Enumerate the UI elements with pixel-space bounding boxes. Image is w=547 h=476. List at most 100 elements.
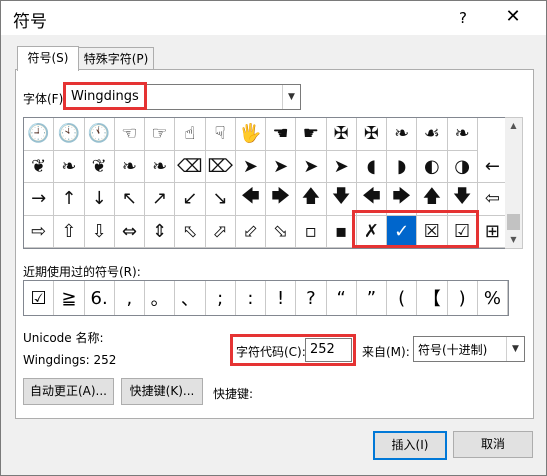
recent-symbol[interactable]: ☑ — [24, 281, 55, 315]
symbol-cell[interactable]: ✓ — [387, 215, 418, 248]
symbol-cell[interactable]: ⇨ — [24, 215, 55, 248]
from-select[interactable]: 符号(十进制) ▼ — [413, 336, 525, 362]
symbol-cell[interactable]: ◖ — [356, 150, 387, 183]
symbol-cell[interactable]: ✠ — [356, 118, 387, 151]
symbol-cell[interactable]: 🡆 — [266, 183, 297, 216]
symbol-cell[interactable]: ☑ — [447, 215, 478, 248]
recent-symbol[interactable]: 。 — [145, 281, 176, 315]
symbol-cell[interactable]: ⇦ — [477, 183, 508, 216]
recent-symbol[interactable]: , — [115, 281, 145, 315]
scroll-down-icon[interactable]: ▼ — [505, 232, 522, 248]
recent-symbols[interactable]: ☑ ≧ 6.,。、;:!? “”(【)% — [23, 280, 509, 316]
symbol-cell[interactable]: ☞ — [145, 118, 176, 151]
cancel-button[interactable]: 取消 — [453, 431, 533, 458]
symbol-cell[interactable]: ⇩ — [84, 215, 115, 248]
symbol-cell[interactable]: ▪ — [326, 215, 357, 248]
symbol-cell[interactable]: ❦ — [84, 150, 115, 183]
symbol-cell[interactable]: ← — [477, 150, 508, 183]
symbol-cell[interactable]: 🡄 — [235, 183, 266, 216]
scroll-up-icon[interactable]: ▲ — [505, 118, 522, 134]
symbol-cell[interactable]: ❦ — [24, 150, 55, 183]
symbol-cell[interactable]: 🖐 — [235, 118, 266, 151]
recent-symbol[interactable]: ≧ — [54, 281, 85, 315]
shortcut-key-button[interactable]: 快捷键(K)... — [121, 378, 203, 405]
symbol-cell[interactable]: ☛ — [296, 118, 327, 151]
symbol-cell[interactable]: 🕙 — [54, 118, 85, 151]
tab-special-characters[interactable]: 特殊字符(P) — [78, 47, 154, 70]
recent-symbol[interactable]: ; — [206, 281, 236, 315]
symbol-cell[interactable]: 🡆 — [387, 183, 418, 216]
symbol-cell[interactable]: ☜ — [114, 118, 145, 151]
scroll-thumb[interactable] — [507, 214, 520, 230]
symbol-cell[interactable]: 🡇 — [326, 183, 357, 216]
recent-symbol[interactable]: ? — [296, 281, 327, 315]
char-code-input[interactable]: 252 — [305, 338, 352, 362]
symbol-cell[interactable]: 🡅 — [296, 183, 327, 216]
symbol-cell[interactable]: ◐ — [417, 150, 448, 183]
symbol-cell[interactable]: ✗ — [356, 215, 387, 248]
symbol-cell[interactable]: ⬁ — [175, 215, 206, 248]
symbol-cell[interactable]: ⇧ — [54, 215, 85, 248]
symbol-cell[interactable]: ↖ — [114, 183, 145, 216]
recent-symbol[interactable]: % — [478, 281, 508, 315]
symbol-cell[interactable]: ↗ — [145, 183, 176, 216]
symbol-cell[interactable]: ▫ — [296, 215, 327, 248]
symbol-cell[interactable]: ➤ — [326, 150, 357, 183]
symbol-cell[interactable]: ⬀ — [205, 215, 236, 248]
symbol-cell[interactable]: ✠ — [326, 118, 357, 151]
recent-symbol[interactable]: ! — [266, 281, 297, 315]
recent-symbol[interactable]: ) — [448, 281, 478, 315]
symbol-cell[interactable]: ☒ — [417, 215, 448, 248]
symbol-cell[interactable]: ⬂ — [266, 215, 297, 248]
symbol-cell[interactable]: 🡄 — [356, 183, 387, 216]
symbol-cell[interactable]: ◑ — [447, 150, 478, 183]
symbol-cell[interactable]: ➤ — [266, 150, 297, 183]
symbol-cell[interactable]: ↑ — [54, 183, 85, 216]
char-code-label: 字符代码(C): — [236, 345, 306, 359]
symbol-cell[interactable]: ❧ — [54, 150, 85, 183]
symbol-cell[interactable]: → — [24, 183, 55, 216]
recent-symbol[interactable]: 【 — [417, 281, 448, 315]
close-button[interactable]: ✕ — [503, 7, 523, 27]
recent-symbol[interactable]: “ — [327, 281, 357, 315]
symbol-cell[interactable]: ↙ — [175, 183, 206, 216]
help-button[interactable]: ? — [453, 8, 473, 28]
symbol-cell[interactable]: ☚ — [266, 118, 297, 151]
tab-symbols[interactable]: 符号(S) — [17, 46, 79, 71]
from-value: 符号(十进制) — [418, 343, 488, 357]
recent-symbol[interactable]: 6. — [85, 281, 115, 315]
recent-symbol[interactable]: ” — [357, 281, 387, 315]
recent-symbol[interactable]: 、 — [175, 281, 206, 315]
font-select[interactable]: Wingdings ▼ — [65, 84, 301, 110]
symbol-cell[interactable]: ❧ — [387, 118, 418, 151]
symbol-cell[interactable]: ⌫ — [175, 150, 206, 183]
symbol-cell[interactable]: ➤ — [235, 150, 266, 183]
symbol-cell[interactable]: ⇔ — [114, 215, 145, 248]
symbol-cell[interactable]: 🕚 — [84, 118, 115, 151]
symbol-cell[interactable]: ↘ — [205, 183, 236, 216]
symbol-cell[interactable]: ◗ — [387, 150, 418, 183]
symbol-cell[interactable]: 🡅 — [417, 183, 448, 216]
insert-button[interactable]: 插入(I) — [373, 431, 447, 460]
symbol-cell[interactable]: ↓ — [84, 183, 115, 216]
chevron-down-icon[interactable]: ▼ — [282, 85, 300, 109]
symbol-cell[interactable]: ⇕ — [145, 215, 176, 248]
recent-symbol[interactable]: ( — [387, 281, 418, 315]
recent-symbol[interactable]: : — [236, 281, 266, 315]
symbol-cell[interactable]: ☙ — [417, 118, 448, 151]
autocorrect-button[interactable]: 自动更正(A)... — [23, 378, 114, 405]
chevron-down-icon[interactable]: ▼ — [506, 337, 524, 361]
symbol-cell[interactable]: 🡇 — [447, 183, 478, 216]
symbol-cell[interactable]: ⌦ — [205, 150, 236, 183]
symbol-cell[interactable]: ➤ — [296, 150, 327, 183]
symbol-cell[interactable]: ❧ — [145, 150, 176, 183]
symbol-cell[interactable]: ☝ — [175, 118, 206, 151]
symbol-cell[interactable]: 🕘 — [24, 118, 55, 151]
grid-scrollbar[interactable]: ▲ ▼ — [505, 117, 523, 249]
symbol-cell[interactable]: ❧ — [114, 150, 145, 183]
symbol-cell[interactable]: ❧ — [447, 118, 478, 151]
symbol-grid[interactable]: 🕘 🕙 🕚 ☜ ☞ ☝ ☟ 🖐 ☚ ☛ ✠ ✠ ❧ ☙ ❧ ❦ ❧ ❦ ❧ ❧ ⌫ ⌦ ➤ ➤ ➤ ➤ ◖ ◗ ◐ ◑ ← → ↑ ↓ ↖ ↗ ↙ ↘ 🡄 🡆… — [23, 117, 509, 249]
symbol-cell[interactable]: ⬃ — [235, 215, 266, 248]
symbol-cell[interactable]: ☟ — [205, 118, 236, 151]
symbol-cell[interactable]: ⊞ — [477, 215, 508, 248]
